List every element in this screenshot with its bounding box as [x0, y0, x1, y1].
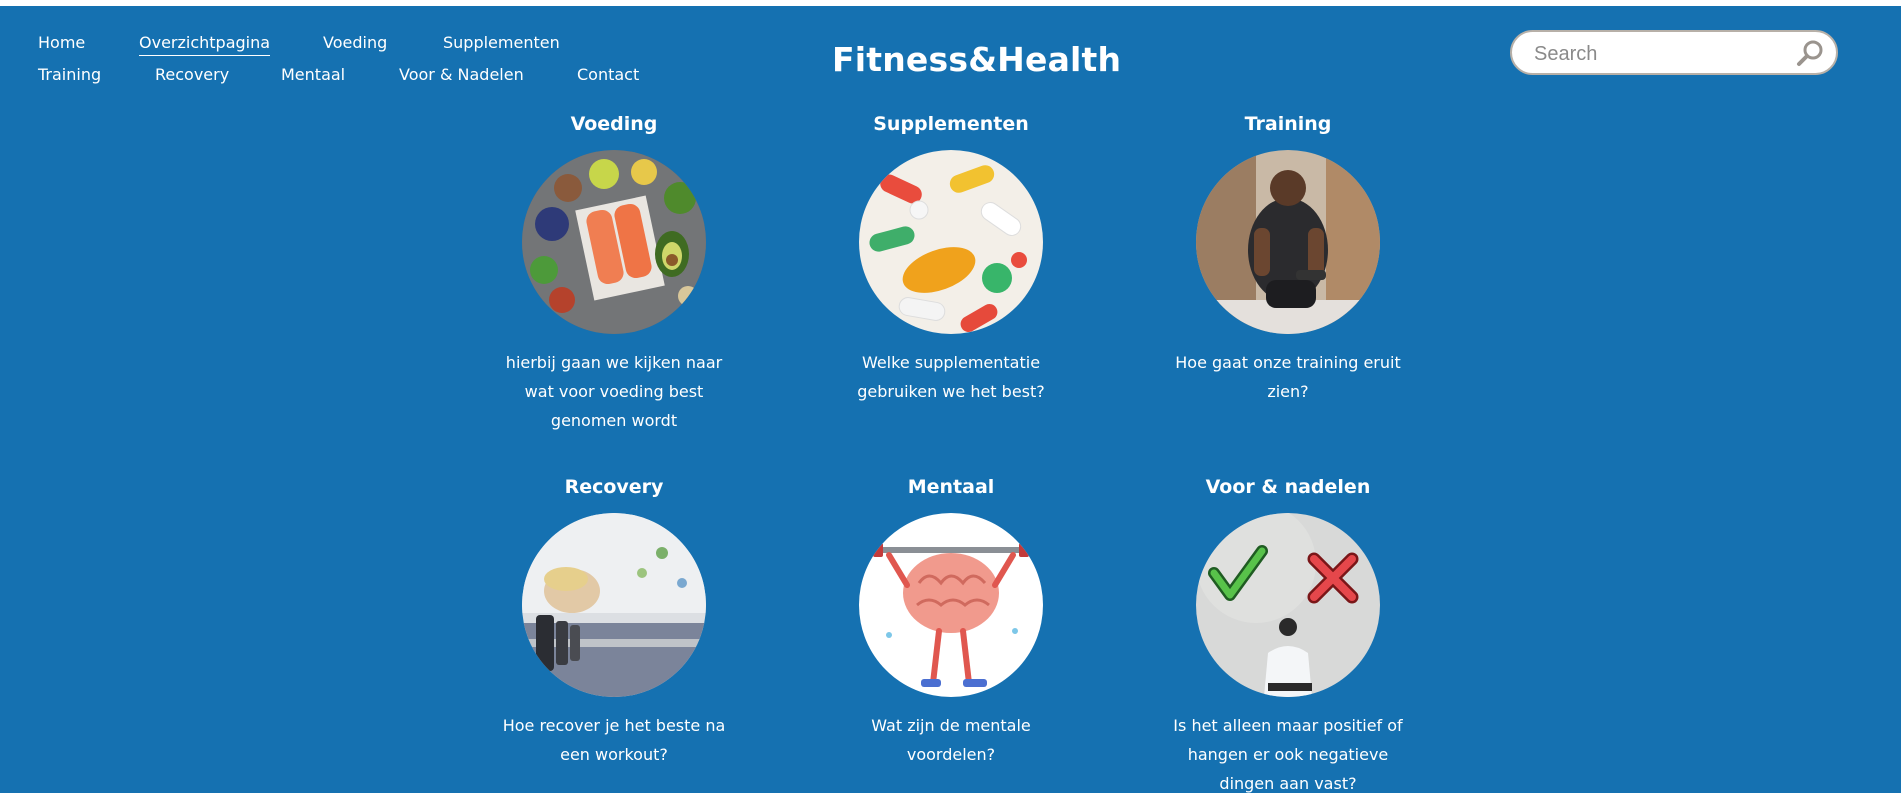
card-title[interactable]: Training	[1168, 112, 1408, 136]
card-title[interactable]: Voor & nadelen	[1168, 475, 1408, 499]
card-description: Welke supplementatie gebruiken we het be…	[857, 353, 1045, 401]
food-image[interactable]	[522, 150, 706, 334]
nav-supplementen[interactable]: Supplementen	[443, 33, 560, 53]
nav-voeding[interactable]: Voeding	[323, 33, 387, 53]
search-input[interactable]	[1532, 40, 1786, 68]
nav-training[interactable]: Training	[38, 65, 101, 85]
recovery-image[interactable]	[522, 513, 706, 697]
site-title[interactable]: Fitness&Health	[832, 40, 1121, 79]
card-title[interactable]: Recovery	[494, 475, 734, 499]
nav-overzichtpagina[interactable]: Overzichtpagina	[139, 33, 271, 56]
card-supplementen: Supplementen Welke supplementatie gebrui…	[831, 112, 1071, 406]
card-description: Hoe gaat onze training eruit zien?	[1175, 353, 1401, 401]
training-image[interactable]	[1196, 150, 1380, 334]
card-recovery: Recovery Hoe recover je het beste na een…	[494, 475, 734, 769]
brain-lifting-image[interactable]	[859, 513, 1043, 697]
card-mentaal: Mentaal Wat zijn de mentale voordelen?	[831, 475, 1071, 769]
nav-voor-nadelen[interactable]: Voor & Nadelen	[399, 65, 524, 85]
search-box	[1510, 30, 1838, 75]
card-title[interactable]: Voeding	[494, 112, 734, 136]
nav-mentaal[interactable]: Mentaal	[281, 65, 345, 85]
card-description: Hoe recover je het beste na een workout?	[502, 716, 726, 764]
nav-recovery[interactable]: Recovery	[155, 65, 229, 85]
card-title[interactable]: Supplementen	[831, 112, 1071, 136]
card-voor-nadelen: Voor & nadelen Is het alleen maar positi…	[1168, 475, 1408, 793]
nav-home[interactable]: Home	[38, 33, 85, 53]
card-description: Wat zijn de mentale voordelen?	[871, 716, 1031, 764]
nav-contact[interactable]: Contact	[577, 65, 639, 85]
magnifier-icon[interactable]	[1794, 38, 1826, 68]
card-description: Is het alleen maar positief of hangen er…	[1173, 716, 1403, 793]
card-title[interactable]: Mentaal	[831, 475, 1071, 499]
card-training: Training Hoe gaat onze training eruit zi…	[1168, 112, 1408, 406]
card-voeding: Voeding hierbij gaan we kijken naar wat …	[494, 112, 734, 435]
pros-cons-image[interactable]	[1196, 513, 1380, 697]
page: Home Overzichtpagina Voeding Supplemente…	[0, 6, 1901, 793]
pills-image[interactable]	[859, 150, 1043, 334]
card-description: hierbij gaan we kijken naar wat voor voe…	[505, 353, 723, 430]
